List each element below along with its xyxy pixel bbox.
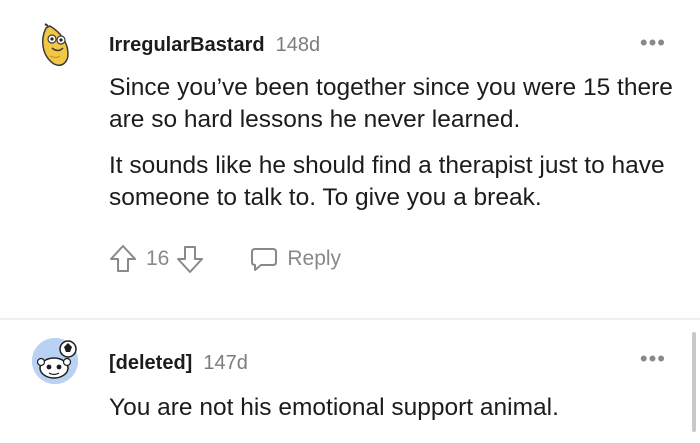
avatar[interactable] <box>32 338 78 384</box>
comment-actions: 16 Reply <box>108 243 341 275</box>
comment-age[interactable]: 148d <box>276 34 321 57</box>
author-name[interactable]: IrregularBastard <box>109 34 265 57</box>
downvote-arrow-icon[interactable] <box>175 243 205 275</box>
upvote-arrow-icon[interactable] <box>108 243 138 275</box>
comment-header: IrregularBastard 148d <box>109 34 320 57</box>
speech-bubble-icon <box>251 248 278 271</box>
vote-controls: 16 <box>108 243 205 275</box>
avatar[interactable] <box>32 22 78 68</box>
banana-avatar-icon <box>41 23 69 66</box>
comment-body: Since you’ve been together since you wer… <box>109 72 679 228</box>
scrollbar[interactable] <box>692 332 696 432</box>
comment: IrregularBastard 148d ••• Since you’ve b… <box>0 0 700 318</box>
comment-paragraph: You are not his emotional support animal… <box>109 394 559 421</box>
reply-button[interactable]: Reply <box>249 244 341 274</box>
author-name[interactable]: [deleted] <box>109 352 192 375</box>
reply-label: Reply <box>287 247 342 270</box>
comment-paragraph: It sounds like he should find a therapis… <box>109 152 665 211</box>
snoo-avatar-icon <box>32 338 78 384</box>
vote-count: 16 <box>146 247 170 270</box>
comment: [deleted] 147d ••• You are not his emoti… <box>0 320 700 443</box>
more-options-icon[interactable]: ••• <box>640 32 666 54</box>
comment-age[interactable]: 147d <box>203 352 248 375</box>
comment-body: You are not his emotional support animal… <box>109 392 679 438</box>
comment-header: [deleted] 147d <box>109 352 248 375</box>
comment-paragraph: Since you’ve been together since you wer… <box>109 74 673 133</box>
more-options-icon[interactable]: ••• <box>640 348 666 370</box>
